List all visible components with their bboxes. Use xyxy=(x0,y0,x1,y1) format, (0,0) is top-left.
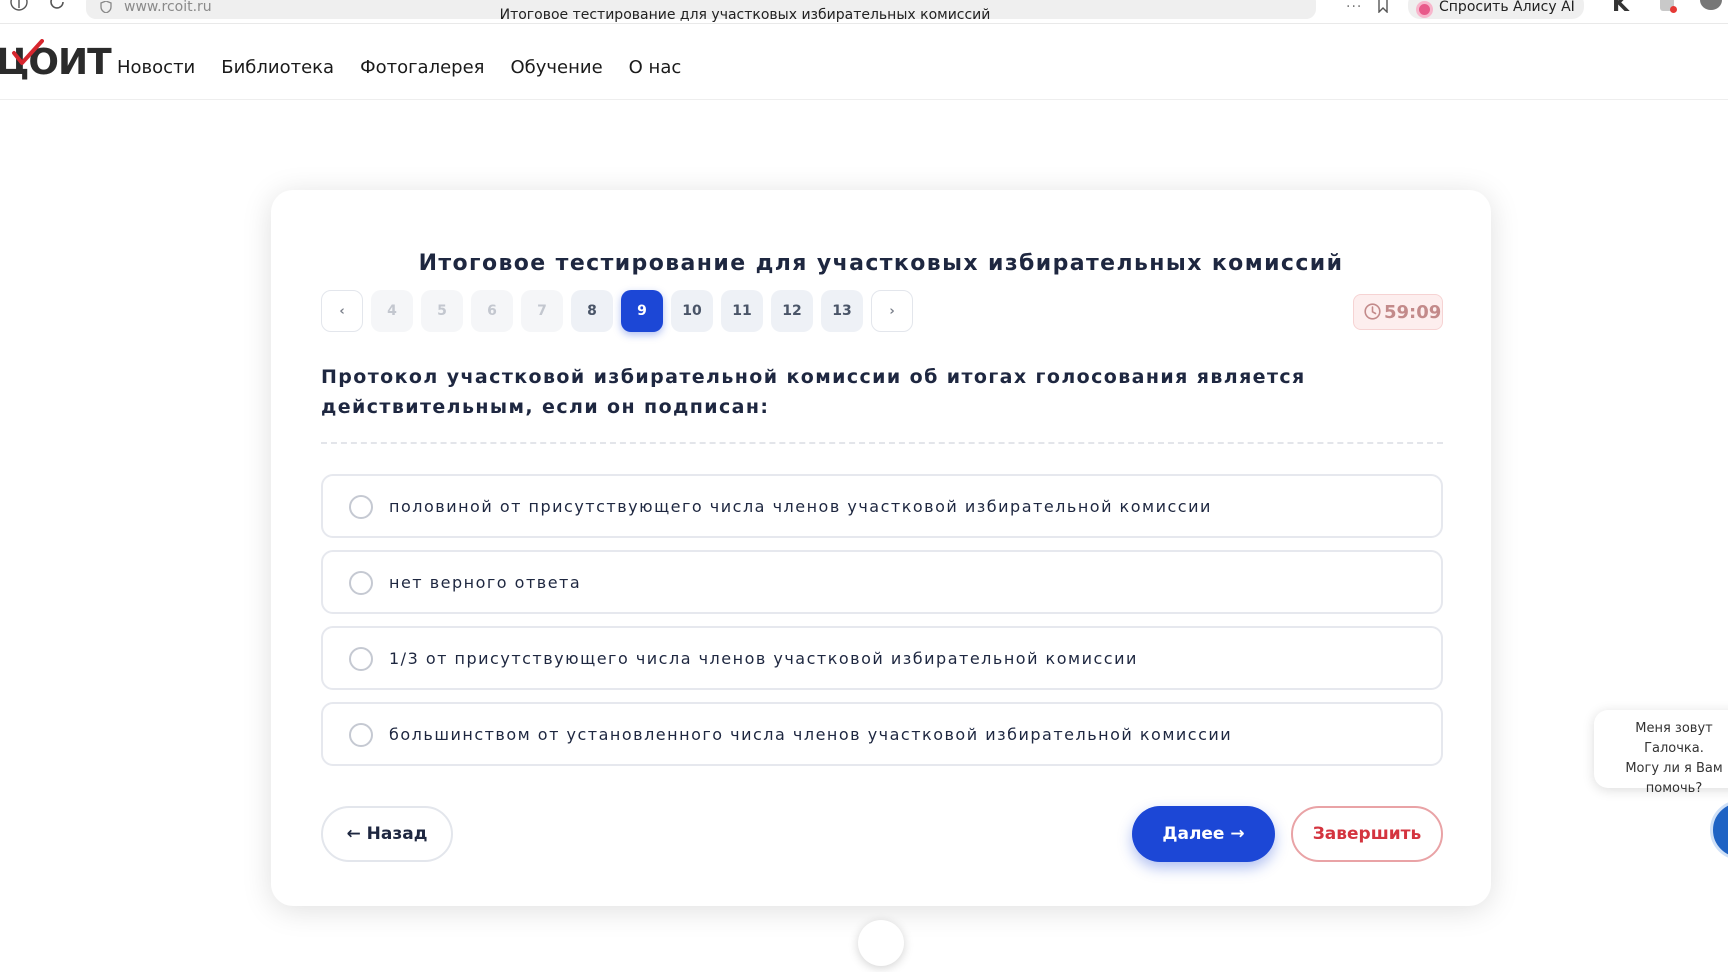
site-logo[interactable]: ЦОИТ xyxy=(0,39,112,83)
browser-toolbar: www.rcoit.ru Итоговое тестирование для у… xyxy=(0,0,1728,22)
extension-icon[interactable] xyxy=(1660,0,1677,13)
back-button[interactable]: ← Назад xyxy=(321,806,453,862)
scroll-indicator[interactable] xyxy=(858,920,904,966)
answer-option-4[interactable]: большинством от установленного числа чле… xyxy=(321,702,1443,766)
quiz-title: Итоговое тестирование для участковых изб… xyxy=(418,251,1344,276)
more-icon[interactable]: ··· xyxy=(1346,0,1362,14)
main-nav: Новости Библиотека Фотогалерея Обучение … xyxy=(117,58,681,78)
tab-title: Итоговое тестирование для участковых изб… xyxy=(499,7,991,23)
ask-alice-button[interactable]: Спросить Алису AI xyxy=(1408,0,1584,19)
profile-icon[interactable] xyxy=(1700,0,1722,10)
pager-page-9-current[interactable]: 9 xyxy=(621,290,663,332)
pager-page-5[interactable]: 5 xyxy=(421,290,463,332)
ask-alice-label: Спросить Алису AI xyxy=(1439,0,1575,15)
answer-option-2[interactable]: нет верного ответа xyxy=(321,550,1443,614)
question-divider xyxy=(321,442,1443,444)
pager-page-4[interactable]: 4 xyxy=(371,290,413,332)
answer-option-3[interactable]: 1/3 от присутствующего числа членов учас… xyxy=(321,626,1443,690)
pager-page-7[interactable]: 7 xyxy=(521,290,563,332)
extension-k-icon[interactable]: K xyxy=(1612,0,1629,16)
radio-button[interactable] xyxy=(349,571,373,595)
pager-page-8[interactable]: 8 xyxy=(571,290,613,332)
answer-option-label: нет верного ответа xyxy=(389,573,582,592)
timer-value: 59:09 xyxy=(1384,302,1442,323)
chat-assistant-avatar[interactable] xyxy=(1710,800,1728,860)
checkmark-icon xyxy=(10,39,44,71)
radio-button[interactable] xyxy=(349,647,373,671)
quiz-card: Итоговое тестирование для участковых изб… xyxy=(271,190,1491,906)
answer-option-label: большинством от установленного числа чле… xyxy=(389,725,1233,744)
answer-option-1[interactable]: половиной от присутствующего числа члено… xyxy=(321,474,1443,538)
nav-training[interactable]: Обучение xyxy=(510,58,602,78)
pager-page-13[interactable]: 13 xyxy=(821,290,863,332)
nav-library[interactable]: Библиотека xyxy=(221,58,334,78)
chat-greeting-bubble[interactable]: Меня зовут Галочка. Могу ли я Вам помочь… xyxy=(1594,710,1728,796)
bookmark-icon[interactable] xyxy=(1376,0,1390,17)
site-header: ЦОИТ Новости Библиотека Фотогалерея Обуч… xyxy=(0,23,1728,100)
radio-button[interactable] xyxy=(349,495,373,519)
pager-prev-button[interactable]: ‹ xyxy=(321,290,363,332)
finish-button[interactable]: Завершить xyxy=(1291,806,1443,862)
nav-gallery[interactable]: Фотогалерея xyxy=(360,58,484,78)
question-text: Протокол участковой избирательной комисс… xyxy=(321,366,1306,418)
countdown-timer: 59:09 xyxy=(1353,294,1443,330)
nav-about[interactable]: О нас xyxy=(629,58,682,78)
pager-page-10[interactable]: 10 xyxy=(671,290,713,332)
next-button[interactable]: Далее → xyxy=(1132,806,1275,862)
pager-next-button[interactable]: › xyxy=(871,290,913,332)
answer-option-label: половиной от присутствующего числа члено… xyxy=(389,497,1212,516)
answer-option-label: 1/3 от присутствующего числа членов учас… xyxy=(389,649,1138,668)
pager-page-11[interactable]: 11 xyxy=(721,290,763,332)
radio-button[interactable] xyxy=(349,723,373,747)
clock-icon xyxy=(1364,303,1381,324)
pager-page-12[interactable]: 12 xyxy=(771,290,813,332)
nav-news[interactable]: Новости xyxy=(117,58,195,78)
alice-icon xyxy=(1416,1,1433,18)
pager-page-6[interactable]: 6 xyxy=(471,290,513,332)
